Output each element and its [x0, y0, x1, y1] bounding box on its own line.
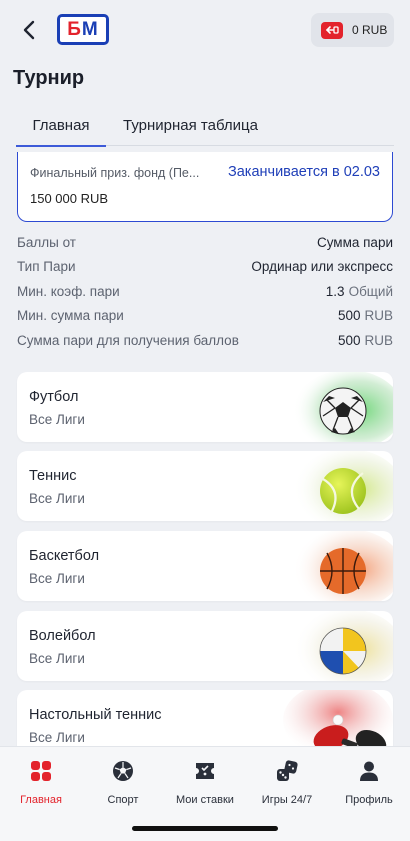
nav-home[interactable]: Главная [0, 747, 82, 817]
top-bar: БМ 0 RUB [0, 0, 410, 62]
info-unit: RUB [364, 308, 393, 323]
info-unit: RUB [364, 332, 393, 348]
sport-name: Волейбол [29, 628, 96, 644]
info-value: 1.3 [325, 283, 345, 299]
back-button[interactable] [16, 17, 42, 43]
tab-tournament-table[interactable]: Турнирная таблица [123, 104, 258, 146]
nav-label: Профиль [345, 794, 393, 806]
tab-main[interactable]: Главная [16, 104, 106, 147]
sport-name: Настольный теннис [29, 707, 162, 723]
sport-leagues: Все Лиги [29, 730, 85, 745]
info-value: Сумма пари [316, 234, 393, 250]
home-grid-icon [31, 761, 51, 781]
prize-ends-text: Заканчивается в 02.03 [227, 164, 380, 180]
sport-leagues: Все Лиги [29, 651, 85, 666]
tennis-ball-icon [293, 451, 393, 521]
info-row-min-bet: Мин. сумма пари 500 RUB [17, 304, 393, 328]
info-row-points: Баллы от Сумма пари [17, 230, 393, 254]
prize-fund-value: 150 000 RUB [30, 191, 109, 206]
brand-logo[interactable]: БМ [57, 14, 109, 45]
sport-card-football[interactable]: Футбол Все Лиги [17, 372, 393, 442]
dice-icon [277, 760, 298, 781]
sport-name: Футбол [29, 389, 79, 405]
prize-fund-label: Финальный приз. фонд (Пе... [30, 166, 200, 180]
info-row-min-odds: Мин. коэф. пари 1.3 Общий [17, 279, 393, 303]
sport-card-volleyball[interactable]: Волейбол Все Лиги [17, 611, 393, 681]
sport-leagues: Все Лиги [29, 412, 85, 427]
sport-ball-icon [113, 761, 133, 781]
tab-bar: Главная Турнирная таблица [16, 104, 394, 147]
balance-button[interactable]: 0 RUB [311, 13, 394, 47]
info-label: Баллы от [17, 234, 76, 250]
nav-label: Игры 24/7 [261, 794, 313, 806]
info-label: Тип Пари [17, 259, 76, 274]
sport-name: Теннис [29, 468, 77, 484]
sport-card-tennis[interactable]: Теннис Все Лиги [17, 451, 393, 521]
balance-amount: 0 RUB [352, 23, 388, 37]
logo-letter-left: Б [67, 18, 82, 40]
info-row-bet-type: Тип Пари Ординар или экспресс [17, 255, 393, 279]
logo-letter-right: М [81, 18, 99, 40]
sport-leagues: Все Лиги [29, 571, 85, 586]
info-label: Мин. сумма пари [17, 308, 124, 323]
nav-sport[interactable]: Спорт [82, 747, 164, 817]
nav-profile[interactable]: Профиль [328, 747, 410, 817]
soccer-ball-icon [293, 372, 393, 442]
info-row-points-bet: Сумма пари для получения баллов 500 RUB [17, 328, 393, 352]
sport-name: Баскетбол [29, 548, 100, 564]
home-indicator [132, 826, 278, 831]
volleyball-icon [293, 611, 393, 681]
sport-leagues: Все Лиги [29, 491, 85, 506]
nav-my-bets[interactable]: Мои ставки [164, 747, 246, 817]
info-label: Сумма пари для получения баллов [17, 332, 239, 348]
wallet-icon [321, 21, 343, 39]
sport-card-basketball[interactable]: Баскетбол Все Лиги [17, 531, 393, 601]
nav-label: Главная [20, 794, 62, 806]
prize-fund-card[interactable]: Финальный приз. фонд (Пе... Заканчиваетс… [17, 152, 393, 222]
nav-games[interactable]: Игры 24/7 [246, 747, 328, 817]
page-title: Турнир [13, 67, 85, 89]
profile-icon [360, 761, 378, 781]
info-label: Мин. коэф. пари [17, 283, 120, 299]
nav-label: Спорт [107, 794, 139, 806]
info-value: Ординар или экспресс [251, 259, 393, 274]
info-value: 500 [337, 332, 361, 348]
chevron-left-icon [23, 20, 35, 40]
info-unit: Общий [348, 283, 393, 299]
ticket-icon [196, 763, 214, 779]
info-value: 500 [337, 308, 361, 323]
nav-label: Мои ставки [176, 794, 234, 806]
basketball-icon [293, 531, 393, 601]
